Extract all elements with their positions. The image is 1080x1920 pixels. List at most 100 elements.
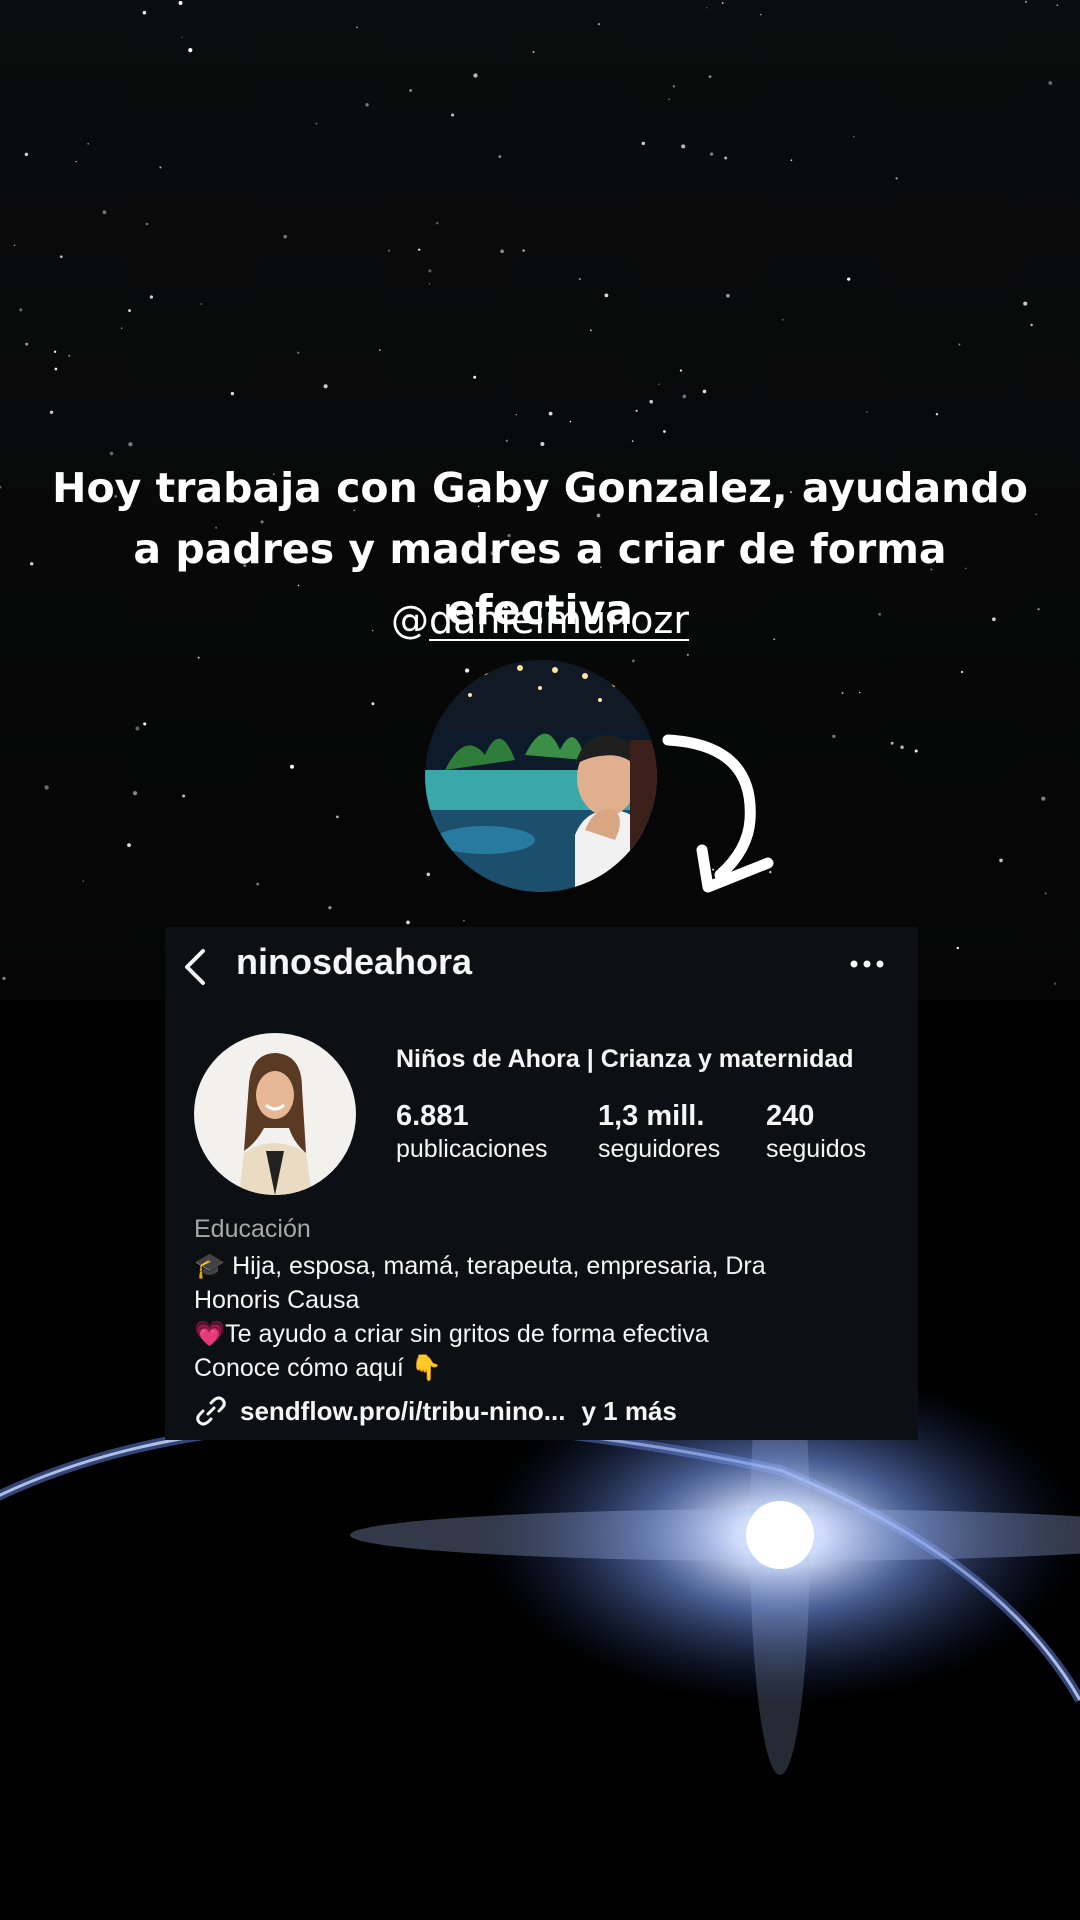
star — [328, 906, 332, 910]
star — [473, 73, 478, 78]
star — [895, 177, 898, 180]
star — [428, 283, 430, 285]
star — [128, 442, 133, 447]
star — [379, 349, 381, 351]
handle-at: @ — [391, 598, 429, 642]
star — [59, 255, 63, 259]
profile-bio: 🎓 Hija, esposa, mamá, terapeuta, empresa… — [194, 1249, 894, 1385]
stat-following-value: 240 — [766, 1100, 815, 1132]
back-chevron-icon[interactable] — [179, 947, 213, 987]
star — [473, 375, 477, 379]
star — [1048, 81, 1053, 85]
star — [159, 166, 162, 169]
star — [706, 7, 708, 9]
stat-following[interactable]: 240 seguidos — [766, 1099, 866, 1165]
bio-line: Honoris Causa — [194, 1286, 360, 1314]
avatar-photo — [425, 660, 657, 892]
star — [1024, 0, 1028, 3]
bio-line: 🎓 Hija, esposa, mamá, terapeuta, empresa… — [194, 1252, 766, 1280]
stat-followers-label: seguidores — [598, 1135, 721, 1163]
star — [25, 342, 29, 346]
bio-line: Conoce cómo aquí 👇 — [194, 1354, 442, 1382]
star — [500, 249, 504, 254]
star — [182, 794, 186, 798]
star — [672, 85, 676, 88]
star — [935, 412, 939, 416]
star — [708, 75, 712, 78]
star — [356, 26, 358, 29]
star — [428, 269, 432, 273]
star — [578, 277, 581, 281]
star — [1041, 796, 1046, 801]
star — [958, 343, 961, 346]
star — [632, 659, 635, 663]
profile-photo — [194, 1033, 356, 1195]
star — [649, 399, 654, 404]
star — [1056, 4, 1059, 6]
star — [53, 350, 57, 353]
star — [597, 22, 601, 26]
star — [197, 656, 200, 659]
star — [323, 384, 328, 389]
star — [702, 389, 707, 394]
bio-line: 💗Te ayudo a criar sin gritos de forma ef… — [194, 1320, 709, 1348]
star — [726, 293, 730, 298]
star — [149, 295, 154, 299]
star — [145, 222, 149, 226]
star — [135, 726, 140, 731]
mention-avatar[interactable] — [425, 660, 657, 892]
star — [315, 122, 318, 125]
stat-posts-label: publicaciones — [396, 1135, 548, 1163]
profile-picture[interactable] — [194, 1033, 356, 1195]
handle-username: danielmunozr — [429, 598, 689, 642]
headline-line-1: Hoy trabaja con Gaby Gonzalez, ayudando — [52, 464, 1028, 512]
more-options-icon[interactable] — [847, 949, 887, 979]
stat-followers-value: 1,3 mill. — [598, 1100, 705, 1132]
star — [19, 308, 23, 312]
star — [956, 946, 960, 950]
star — [426, 872, 431, 877]
star — [188, 48, 193, 53]
star — [418, 248, 421, 251]
star — [663, 430, 666, 433]
star — [44, 785, 49, 790]
star — [230, 391, 235, 396]
star — [464, 668, 470, 673]
star — [133, 791, 138, 796]
star — [709, 152, 714, 156]
star — [406, 920, 410, 925]
stat-followers[interactable]: 1,3 mill. seguidores — [598, 1099, 720, 1165]
star — [760, 13, 762, 16]
star — [200, 303, 202, 305]
curved-arrow-icon — [662, 734, 774, 893]
star — [181, 36, 183, 39]
star — [82, 880, 85, 882]
star — [102, 210, 107, 215]
star — [858, 691, 861, 694]
stat-following-label: seguidos — [766, 1135, 867, 1163]
star — [505, 439, 509, 443]
star — [127, 843, 131, 847]
star — [589, 329, 592, 332]
star — [498, 155, 502, 158]
star — [2, 976, 6, 981]
star — [371, 702, 375, 706]
star — [54, 367, 58, 371]
star — [1030, 323, 1033, 327]
star — [914, 749, 918, 753]
star — [641, 141, 645, 146]
star — [87, 142, 90, 145]
star — [451, 113, 455, 117]
stat-posts[interactable]: 6.881 publicaciones — [396, 1099, 548, 1165]
star — [548, 411, 553, 416]
star — [890, 741, 894, 745]
mention-handle[interactable]: @danielmunozr — [0, 598, 1080, 642]
profile-link[interactable]: sendflow.pro/i/tribu-nino... y 1 más — [194, 1393, 677, 1429]
profile-card: ninosdeahora Niños de Ahora | Crianza y … — [165, 927, 918, 1440]
star — [679, 369, 682, 372]
star — [1023, 301, 1028, 306]
star — [515, 414, 517, 416]
star — [388, 249, 391, 252]
stat-posts-value: 6.881 — [396, 1100, 469, 1132]
star — [463, 919, 465, 922]
